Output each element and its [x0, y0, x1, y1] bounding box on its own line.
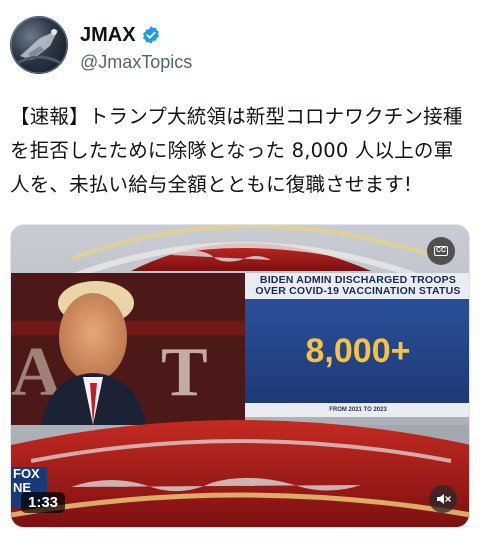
author-display-name[interactable]: JMAX [80, 24, 136, 47]
panel-count: 8,000+ [305, 331, 411, 370]
video-duration-badge: 1:33 [21, 492, 66, 513]
avatar-image [10, 16, 68, 74]
tweet-header: JMAX @JmaxTopics [10, 14, 470, 80]
network-logo-line1: FOX [13, 466, 40, 481]
tweet-text: 【速報】トランプ大統領は新型コロナワクチン接種を拒否したために除隊となった 8,… [10, 105, 463, 196]
closed-captions-button[interactable]: CC [427, 237, 455, 265]
video-player[interactable]: T A CC BIDEN ADMIN DISCHARGED TROOPS OVE… [10, 224, 470, 528]
author-handle[interactable]: @JmaxTopics [80, 52, 192, 73]
panel-footnote-text: FROM 2021 TO 2023 [329, 407, 387, 413]
mute-button[interactable] [429, 485, 457, 513]
panel-headline-line2: OVER COVID-19 VACCINATION STATUS [255, 285, 461, 297]
panel-count-box: 8,000+ [245, 299, 469, 403]
panel-footnote: FROM 2021 TO 2023 [245, 403, 469, 417]
author-name-row: JMAX [80, 22, 161, 48]
cc-icon: CC [433, 246, 449, 256]
verified-badge-icon [142, 26, 159, 44]
svg-text:T: T [161, 334, 208, 411]
panel-headline: BIDEN ADMIN DISCHARGED TROOPS OVER COVID… [245, 273, 469, 299]
author-avatar[interactable] [10, 16, 68, 74]
speaker-muted-icon [437, 494, 451, 504]
broadcast-graphic-panel: BIDEN ADMIN DISCHARGED TROOPS OVER COVID… [245, 273, 469, 425]
